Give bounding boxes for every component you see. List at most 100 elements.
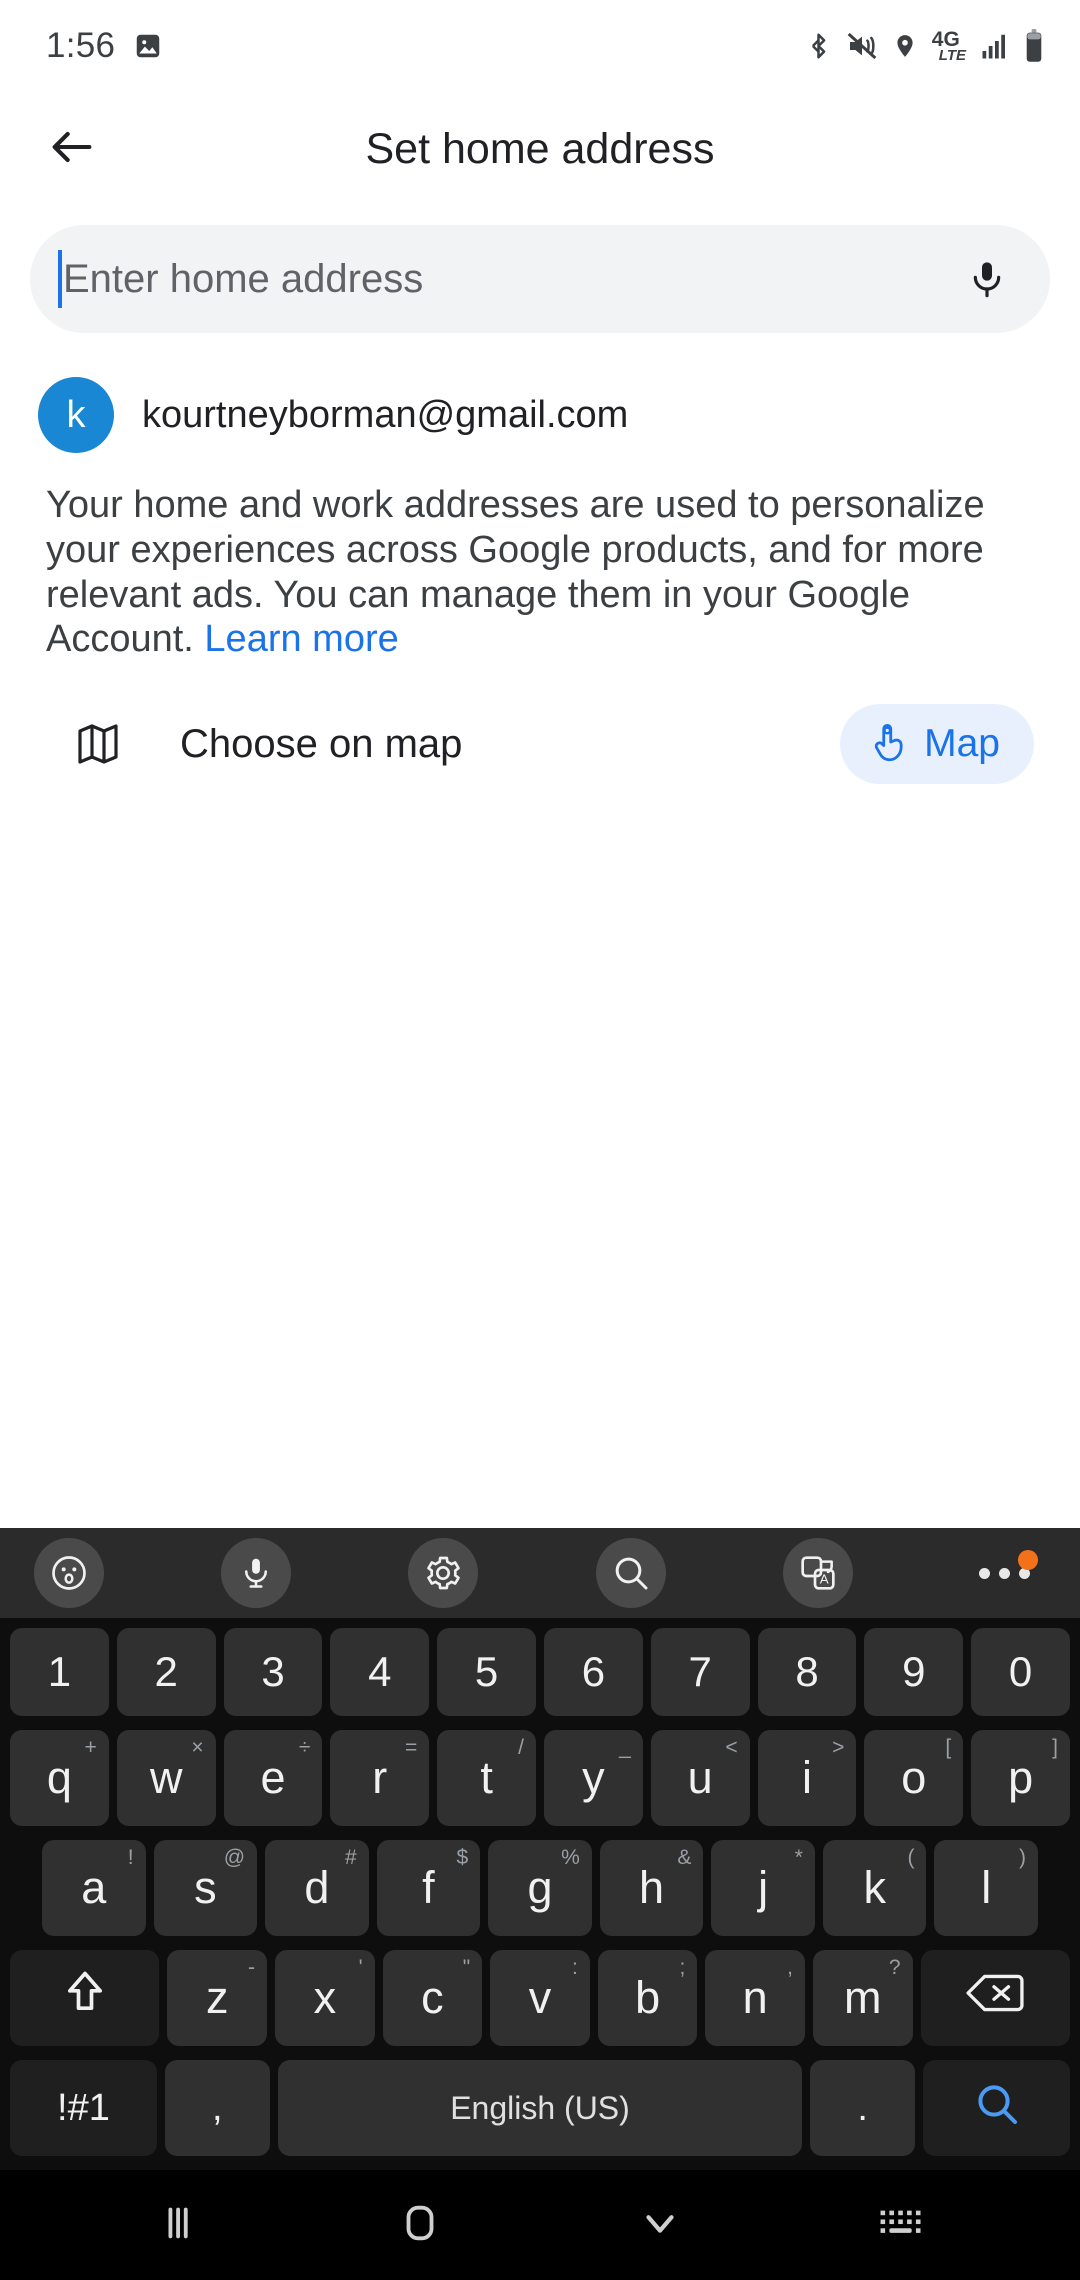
key-d[interactable]: # d — [265, 1840, 369, 1936]
svg-text:A: A — [819, 1572, 828, 1587]
description-text: Your home and work addresses are used to… — [0, 453, 1080, 662]
key-n-label: n — [742, 1972, 768, 2023]
key-o-label: o — [901, 1752, 927, 1803]
key-v[interactable]: :v — [490, 1950, 590, 2046]
key-w[interactable]: × w — [116, 1730, 216, 1826]
key-j-sup: * — [794, 1846, 803, 1869]
key-b-sup: ; — [679, 1956, 686, 1979]
choose-on-map-label: Choose on map — [180, 721, 463, 766]
key-z-sup: - — [248, 1956, 256, 1979]
key-u[interactable]: < u — [650, 1730, 750, 1826]
key-f[interactable]: $ f — [376, 1840, 481, 1936]
key-u-sup: < — [725, 1736, 738, 1759]
key-p-sup: ] — [1052, 1736, 1058, 1759]
key-9[interactable]: 9 — [864, 1628, 964, 1716]
translate-icon[interactable]: A — [782, 1538, 853, 1608]
search-enter-key[interactable] — [923, 2060, 1070, 2156]
key-8[interactable]: 8 — [757, 1628, 857, 1716]
symbols-key[interactable]: !#1 — [10, 2060, 157, 2156]
search-input[interactable]: Enter home address — [30, 225, 1050, 333]
key-k-sup: ( — [907, 1846, 915, 1869]
dismiss-keyboard-button[interactable] — [605, 2185, 715, 2265]
search-icon[interactable] — [595, 1538, 666, 1608]
key-h-label: h — [639, 1862, 665, 1913]
key-t-sup: / — [518, 1736, 524, 1759]
key-b-label: b — [635, 1972, 661, 2023]
key-e-sup: ÷ — [298, 1736, 311, 1759]
notification-badge — [1017, 1550, 1038, 1570]
more-horizontal-icon[interactable] — [970, 1538, 1040, 1608]
keyboard-row-bottom: -z ' x " c :v ; b ,n ? m — [6, 1950, 1074, 2046]
key-k[interactable]: (k — [822, 1840, 927, 1936]
key-h[interactable]: & h — [599, 1840, 704, 1936]
key-v-label: v — [528, 1972, 552, 2023]
key-b[interactable]: ; b — [597, 1950, 698, 2046]
key-3[interactable]: 3 — [223, 1628, 323, 1716]
period-key[interactable]: . — [810, 2060, 916, 2156]
voice-input-icon[interactable] — [221, 1538, 292, 1608]
key-x-sup: ' — [358, 1956, 363, 1979]
key-p[interactable]: ] p — [971, 1730, 1070, 1826]
key-g[interactable]: % g — [488, 1840, 592, 1936]
key-r[interactable]: = r — [330, 1730, 430, 1826]
key-i[interactable]: > i — [757, 1730, 857, 1826]
map-icon — [70, 720, 126, 768]
key-s[interactable]: @ s — [153, 1840, 258, 1936]
choose-on-map-row[interactable]: Choose on map Map — [0, 662, 1080, 785]
key-6[interactable]: 6 — [544, 1628, 643, 1716]
key-0[interactable]: 0 — [971, 1628, 1070, 1716]
virtual-keyboard: A 1 2 3 4 5 6 7 8 9 0 + q × w ÷ e = r / … — [0, 1528, 1080, 2280]
key-v-sup: : — [571, 1956, 578, 1979]
key-c-label: c — [421, 1972, 444, 2023]
emoji-icon[interactable] — [34, 1538, 104, 1608]
microphone-icon[interactable] — [958, 250, 1016, 308]
key-r-label: r — [372, 1752, 388, 1803]
key-y[interactable]: _ y — [544, 1730, 643, 1826]
key-4[interactable]: 4 — [330, 1628, 430, 1716]
key-1[interactable]: 1 — [10, 1628, 109, 1716]
key-c-sup: " — [462, 1956, 471, 1979]
key-2[interactable]: 2 — [116, 1628, 216, 1716]
status-bar-right: 4G LTE — [805, 29, 1044, 63]
key-o[interactable]: [o — [864, 1730, 964, 1826]
chevron-down-icon — [637, 2200, 683, 2251]
key-m[interactable]: ? m — [812, 1950, 913, 2046]
key-n-sup: , — [787, 1956, 793, 1979]
key-w-sup: × — [191, 1736, 204, 1759]
key-f-sup: $ — [456, 1846, 469, 1869]
key-7[interactable]: 7 — [650, 1628, 750, 1716]
key-e[interactable]: ÷ e — [223, 1730, 323, 1826]
key-x[interactable]: ' x — [275, 1950, 375, 2046]
key-q[interactable]: + q — [10, 1730, 109, 1826]
key-z[interactable]: -z — [167, 1950, 268, 2046]
keyboard-switch-icon — [877, 2203, 923, 2248]
key-c[interactable]: " c — [382, 1950, 483, 2046]
key-l[interactable]: ) l — [934, 1840, 1039, 1936]
back-button[interactable] — [22, 100, 122, 200]
backspace-key[interactable] — [920, 1950, 1070, 2046]
space-key[interactable]: English (US) — [277, 2060, 803, 2156]
key-t[interactable]: / t — [437, 1730, 536, 1826]
search-placeholder: Enter home address — [63, 259, 424, 299]
map-button[interactable]: Map — [840, 704, 1034, 785]
key-a[interactable]: ! a — [41, 1840, 146, 1936]
key-n[interactable]: ,n — [705, 1950, 805, 2046]
navigation-bar — [0, 2170, 1080, 2280]
comma-key[interactable]: , — [164, 2060, 270, 2156]
gear-icon[interactable] — [408, 1538, 479, 1608]
account-row[interactable]: k kourtneyborman@gmail.com — [0, 333, 1080, 453]
key-5[interactable]: 5 — [437, 1628, 536, 1716]
key-s-label: s — [194, 1862, 217, 1913]
keyboard-row-numbers: 1 2 3 4 5 6 7 8 9 0 — [6, 1628, 1074, 1716]
keyboard-switch-button[interactable] — [845, 2185, 955, 2265]
key-j[interactable]: * j — [711, 1840, 815, 1936]
avatar: k — [38, 377, 114, 453]
key-s-sup: @ — [223, 1846, 246, 1869]
key-e-label: e — [260, 1752, 286, 1803]
keyboard-row-home: ! a @ s # d $ f % g & h * j (k ) l — [6, 1840, 1074, 1936]
learn-more-link[interactable]: Learn more — [204, 618, 398, 660]
recents-button[interactable] — [125, 2185, 235, 2265]
shift-key[interactable] — [10, 1950, 160, 2046]
key-i-label: i — [801, 1752, 812, 1803]
home-button[interactable] — [365, 2185, 475, 2265]
